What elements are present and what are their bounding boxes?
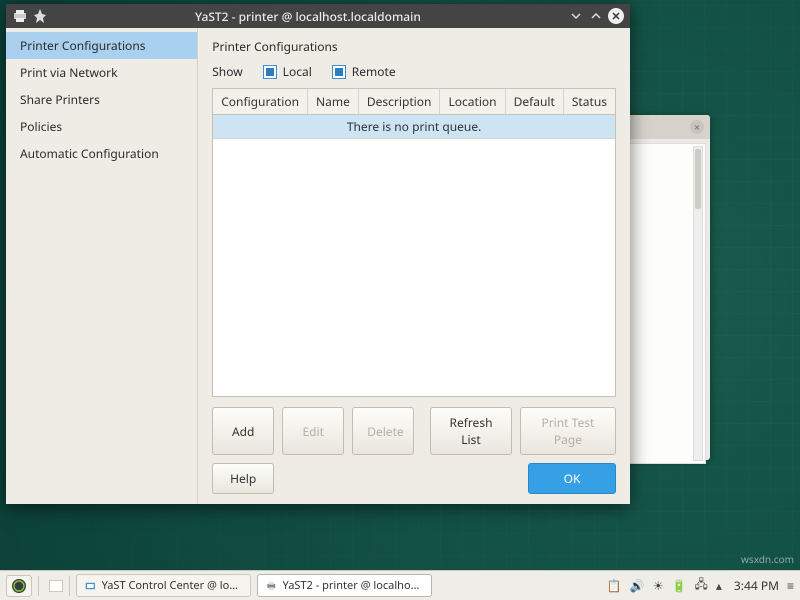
edit-button[interactable]: Edit	[282, 407, 344, 455]
app-launcher[interactable]	[6, 575, 32, 597]
sidebar: Printer Configurations Print via Network…	[6, 28, 198, 504]
delete-button[interactable]: Delete	[352, 407, 414, 455]
sidebar-item-print-via-network[interactable]: Print via Network	[6, 59, 197, 86]
pin-icon[interactable]	[32, 8, 48, 24]
local-checkbox[interactable]: Local	[263, 63, 312, 80]
printer-icon	[12, 8, 28, 24]
taskbar: YaST Control Center @ localhost.lo... Ya…	[0, 570, 800, 600]
system-tray: 📋 🔊 ☀ 🔋 🖧 ▴ 3:44 PM ≡	[607, 575, 794, 596]
window-title: YaST2 - printer @ localhost.localdomain	[52, 8, 564, 25]
brightness-icon[interactable]: ☀	[653, 577, 664, 594]
add-button[interactable]: Add	[212, 407, 274, 455]
print-test-button[interactable]: Print Test Page	[520, 407, 616, 455]
page-title: Printer Configurations	[212, 38, 616, 55]
col-configuration[interactable]: Configuration	[213, 89, 308, 114]
empty-queue-message: There is no print queue.	[213, 115, 615, 139]
scrollbar[interactable]	[693, 146, 703, 461]
ok-button[interactable]: OK	[528, 463, 616, 494]
close-icon[interactable]: ×	[690, 120, 704, 134]
minimize-button[interactable]	[568, 8, 584, 24]
yast-printer-window: YaST2 - printer @ localhost.localdomain …	[6, 4, 630, 504]
col-location[interactable]: Location	[440, 89, 505, 114]
pager[interactable]	[49, 580, 63, 592]
show-label: Show	[212, 63, 242, 80]
chevron-up-icon[interactable]: ▴	[716, 577, 722, 594]
refresh-button[interactable]: Refresh List	[430, 407, 512, 455]
network-icon[interactable]: 🖧	[694, 575, 707, 596]
close-button[interactable]	[608, 8, 624, 24]
maximize-button[interactable]	[588, 8, 604, 24]
col-description[interactable]: Description	[359, 89, 441, 114]
task-yast-control-center[interactable]: YaST Control Center @ localhost.lo...	[76, 574, 251, 597]
col-status[interactable]: Status	[564, 89, 615, 114]
notifications-icon[interactable]: ≡	[787, 577, 794, 594]
clock[interactable]: 3:44 PM	[734, 577, 779, 594]
volume-icon[interactable]: 🔊	[630, 577, 645, 594]
help-button[interactable]: Help	[212, 463, 274, 494]
titlebar[interactable]: YaST2 - printer @ localhost.localdomain	[6, 4, 630, 28]
sidebar-item-printer-configurations[interactable]: Printer Configurations	[6, 32, 197, 59]
col-default[interactable]: Default	[506, 89, 564, 114]
remote-checkbox[interactable]: Remote	[332, 63, 396, 80]
sidebar-item-share-printers[interactable]: Share Printers	[6, 86, 197, 113]
watermark: wsxdn.com	[741, 552, 794, 566]
printer-table: Configuration Name Description Location …	[212, 88, 616, 397]
sidebar-item-automatic-configuration[interactable]: Automatic Configuration	[6, 140, 197, 167]
battery-icon[interactable]: 🔋	[672, 577, 687, 594]
sidebar-item-policies[interactable]: Policies	[6, 113, 197, 140]
clipboard-icon[interactable]: 📋	[607, 577, 622, 594]
task-yast-printer[interactable]: YaST2 - printer @ localhost.localdo...	[257, 574, 432, 597]
col-name[interactable]: Name	[308, 89, 359, 114]
